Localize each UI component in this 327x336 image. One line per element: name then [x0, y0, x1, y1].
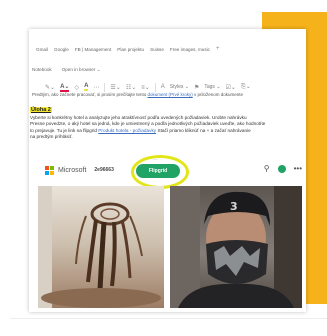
bookmark-gmail[interactable]: Gmail	[36, 47, 48, 52]
cap-logo-icon: 3	[230, 200, 238, 213]
more-options-icon[interactable]: •••	[294, 164, 302, 172]
task-description: Vyberte si konkrétny hotel a analyzujte …	[30, 115, 306, 141]
todo-icon[interactable]: ☑⌄	[226, 84, 236, 91]
highlighter-icon[interactable]: ✎⌄	[45, 84, 55, 91]
tags-dropdown[interactable]: Tags ⌄	[204, 84, 220, 90]
task-title: Úloha 2	[30, 107, 52, 113]
status-dot-icon[interactable]	[277, 164, 286, 173]
text-highlight-icon[interactable]: A	[84, 83, 89, 91]
bookmark-free-images[interactable]: Free images, music	[170, 47, 210, 52]
styles-label: Styles	[169, 84, 184, 90]
attach-icon[interactable]: ⎘⌄	[241, 83, 251, 91]
meeting-id: 2e96663	[94, 167, 114, 173]
bookmark-suisse[interactable]: Suisse	[150, 47, 164, 52]
dreamcatcher-image	[38, 186, 161, 308]
page-text-fragment: Predtým, ako začnete pracovať, si prosím…	[32, 92, 244, 97]
open-in-browser-menu[interactable]: Open in browser ⌄	[62, 67, 101, 73]
app-name: Microsoft	[58, 166, 87, 174]
bookmarks-bar: Gmail Google FB | Management Plan projek…	[36, 44, 306, 54]
video-tile-participant: 3	[170, 186, 302, 308]
fragment-link[interactable]: dokument (Prvé kroky)	[148, 92, 193, 97]
call-actions: ⚲ •••	[264, 164, 302, 173]
font-color-icon[interactable]: A⌄	[60, 83, 70, 92]
open-in-browser-label: Open in browser	[61, 67, 96, 72]
screen-recording: Gmail Google FB | Management Plan projek…	[29, 29, 306, 312]
flipgrid-link[interactable]: Produkt hotela - požiadavky	[98, 128, 156, 133]
styles-dropdown[interactable]: Styles ⌄	[170, 84, 189, 90]
indent-icon[interactable]: ≡⌄	[141, 84, 150, 91]
add-bookmark-icon[interactable]: +	[216, 46, 220, 52]
numbering-icon[interactable]: ☷⌄	[126, 84, 136, 91]
bookmark-google[interactable]: Google	[54, 47, 69, 52]
video-call-panel: Microsoft 2e96663 ⚲ ••• ... Flipgrid 3	[35, 152, 306, 312]
bookmark-fb-management[interactable]: FB | Management	[75, 47, 111, 52]
participant-image: 3	[170, 186, 302, 308]
microsoft-logo-icon	[45, 165, 54, 175]
tags-label: Tags	[204, 84, 215, 90]
bullets-icon[interactable]: ☰⌄	[110, 84, 120, 91]
notebook-menu[interactable]: Notebook	[32, 67, 52, 73]
task-line: na predtým prihlásiť.	[30, 134, 73, 140]
separator	[104, 82, 106, 92]
bookmark-plan-projektu[interactable]: Plan projektu	[117, 47, 144, 52]
separator	[154, 82, 156, 92]
styles-icon[interactable]: A	[161, 84, 165, 90]
search-icon[interactable]: ⚲	[264, 164, 270, 173]
tags-icon[interactable]: ⚑	[194, 84, 199, 91]
divider	[10, 318, 327, 319]
more-icon[interactable]: ⋯	[93, 84, 99, 91]
video-tile-dreamcatcher	[38, 186, 164, 308]
clear-format-icon[interactable]: ◇	[74, 84, 79, 91]
highlight-circle	[131, 155, 189, 189]
menu-row: Notebook Open in browser ⌄	[32, 67, 101, 73]
